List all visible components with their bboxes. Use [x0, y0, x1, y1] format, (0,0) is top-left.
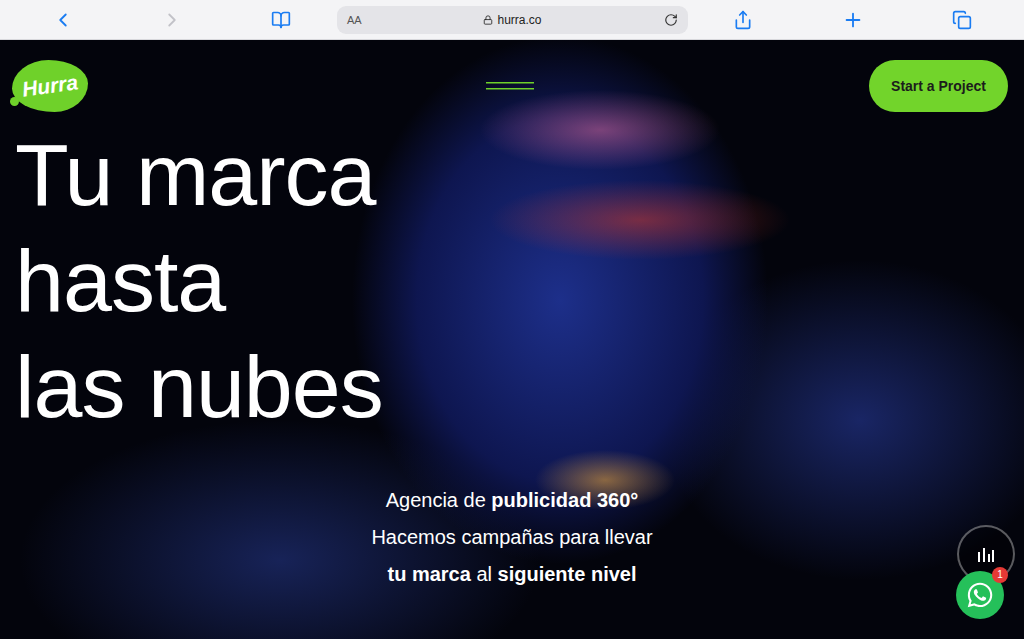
share-icon: [733, 10, 753, 30]
tagline-line: Agencia de publicidad 360°: [371, 482, 652, 519]
whatsapp-button[interactable]: 1: [956, 571, 1004, 619]
book-icon: [271, 10, 291, 30]
browser-window: AA hurra.co Hurra Start a Project Tu marcaha…: [0, 0, 1024, 639]
start-project-button[interactable]: Start a Project: [869, 60, 1008, 112]
plus-icon: [842, 9, 864, 31]
browser-toolbar: AA hurra.co: [0, 0, 1024, 40]
tagline-segment: siguiente nivel: [498, 563, 637, 585]
tagline-segment: Agencia de: [386, 489, 492, 511]
tagline-segment: tu marca: [388, 563, 471, 585]
new-tab-button[interactable]: [842, 9, 864, 31]
sound-bars-icon: [977, 546, 995, 562]
menu-icon: [486, 81, 534, 91]
headline-line: hasta: [15, 228, 1008, 334]
url-text: hurra.co: [483, 13, 541, 27]
tagline-line: tu marca al siguiente nivel: [371, 556, 652, 593]
logo-text: Hurra: [21, 70, 80, 102]
chevron-left-icon: [52, 9, 74, 31]
chevron-right-icon: [161, 9, 183, 31]
tagline: Agencia de publicidad 360° Hacemos campañ…: [371, 482, 652, 593]
notification-badge: 1: [992, 567, 1008, 583]
headline: Tu marcahastalas nubes: [15, 122, 1008, 440]
site-header: Hurra Start a Project: [12, 60, 1008, 112]
tagline-line: Hacemos campañas para llevar: [371, 519, 652, 556]
tagline-segment: Hacemos campañas para llevar: [371, 526, 652, 548]
headline-line: Tu marca: [15, 122, 1008, 228]
lock-icon: [483, 15, 493, 25]
logo-dot: [10, 97, 19, 106]
whatsapp-icon: [966, 581, 994, 609]
back-button[interactable]: [52, 9, 74, 31]
tagline-segment: al: [471, 563, 498, 585]
tagline-segment: publicidad 360°: [491, 489, 638, 511]
reload-icon: [664, 13, 678, 27]
address-bar[interactable]: AA hurra.co: [337, 6, 688, 34]
reload-button[interactable]: [664, 13, 678, 27]
menu-button[interactable]: [486, 81, 534, 91]
hero-section: Hurra Start a Project Tu marcahastalas nub…: [0, 40, 1024, 639]
bookmarks-button[interactable]: [270, 9, 292, 31]
forward-button[interactable]: [161, 9, 183, 31]
headline-line: las nubes: [15, 334, 1008, 440]
tabs-button[interactable]: [951, 9, 973, 31]
share-button[interactable]: [732, 9, 754, 31]
logo[interactable]: Hurra: [12, 60, 88, 112]
reader-button[interactable]: AA: [347, 14, 362, 26]
tabs-icon: [952, 10, 972, 30]
